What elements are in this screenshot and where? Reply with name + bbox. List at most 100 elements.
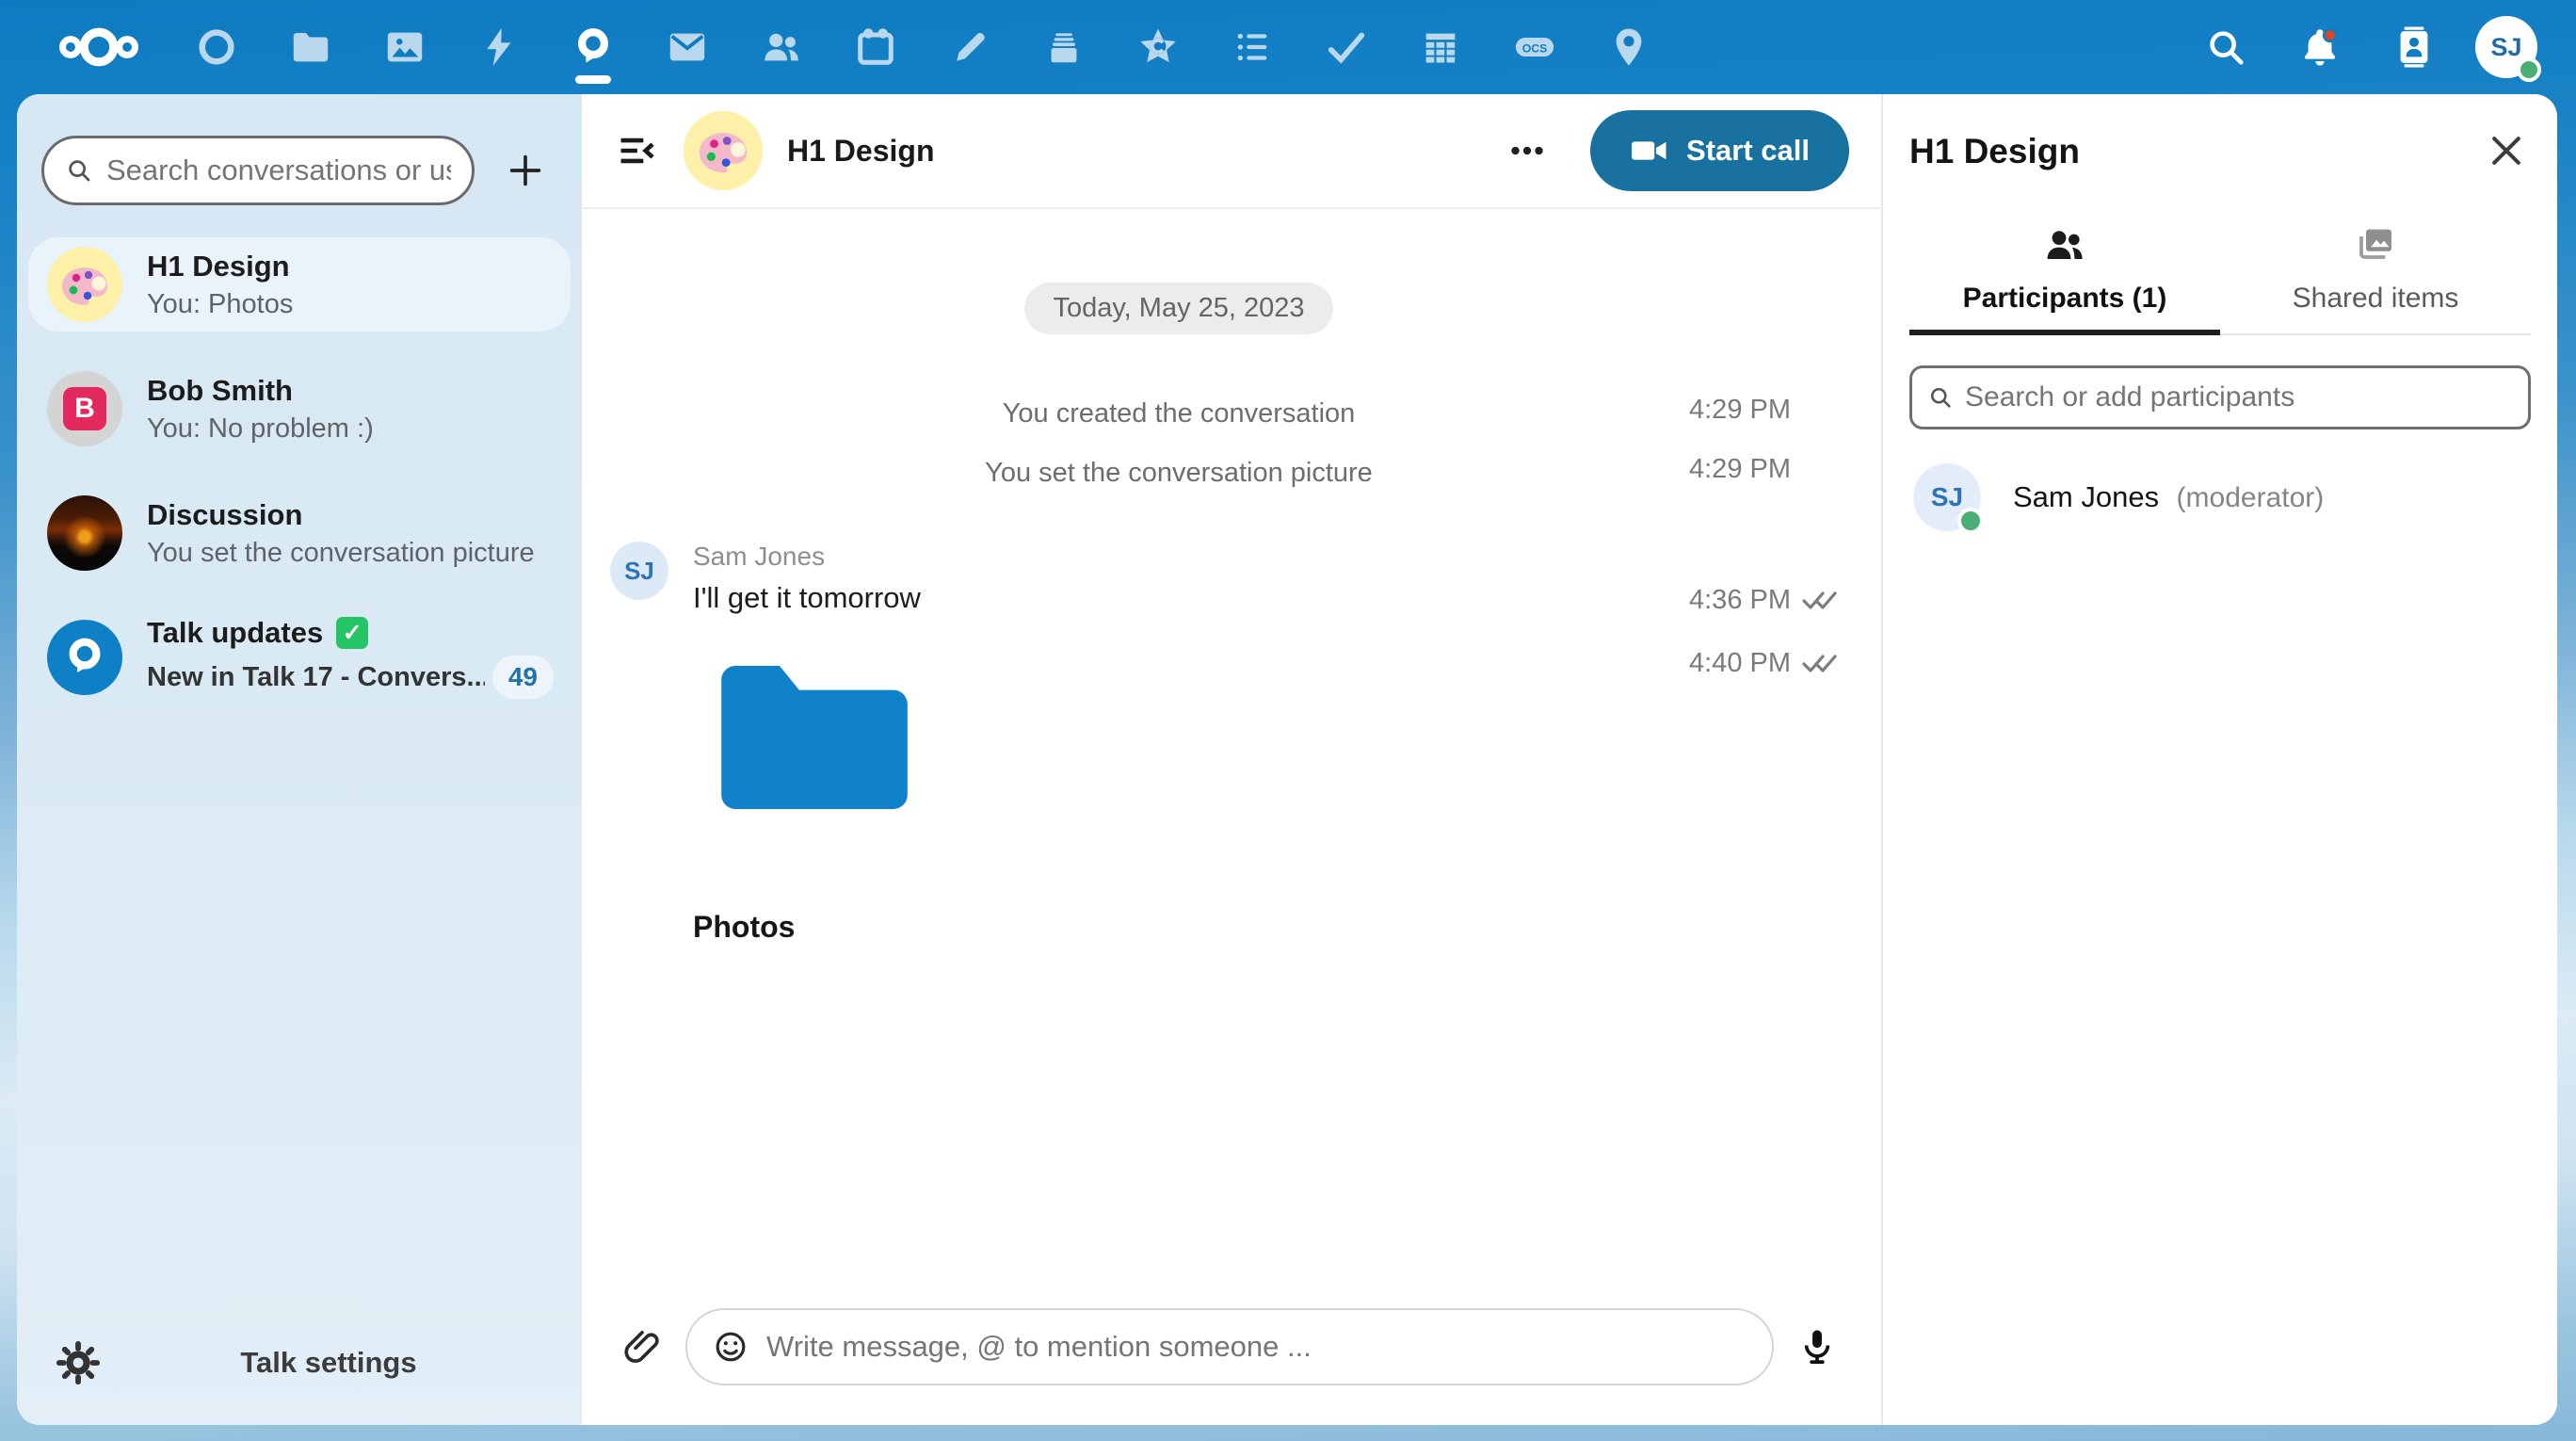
user-online-status-dot [2517, 57, 2541, 82]
search-icon [65, 156, 93, 185]
details-header: H1 Design [1909, 94, 2531, 171]
video-camera-icon [1630, 131, 1669, 170]
contacts-app-icon[interactable] [734, 0, 829, 94]
participant-role: (moderator) [2177, 482, 2325, 513]
maps-app-icon[interactable] [1582, 0, 1676, 94]
files-app-icon[interactable] [264, 0, 358, 94]
photos-app-icon[interactable] [358, 0, 452, 94]
system-message-text: You set the conversation picture [693, 454, 1665, 489]
mail-app-icon[interactable] [640, 0, 734, 94]
settings-gear-icon[interactable] [53, 1337, 104, 1388]
tasks-app-icon[interactable] [1205, 0, 1299, 94]
sender-avatar: SJ [610, 542, 668, 600]
close-sidebar-icon[interactable] [2484, 128, 2529, 173]
talk-app-icon[interactable] [546, 0, 640, 94]
conversation-details-sidebar: H1 Design Participants (1) Shared items … [1881, 94, 2557, 1425]
chat-header: H1 Design Start call [582, 94, 1881, 209]
details-tabs: Participants (1) Shared items [1909, 222, 2531, 335]
unified-search-icon[interactable] [2179, 0, 2273, 94]
conversation-avatar [684, 111, 763, 190]
tables-app-icon[interactable] [1393, 0, 1488, 94]
dashboard-app-icon[interactable] [169, 0, 264, 94]
talk-settings-button[interactable]: Talk settings [104, 1346, 554, 1380]
conversation-search-input[interactable] [106, 154, 451, 187]
nextcloud-logo[interactable] [28, 0, 169, 94]
conversations-sidebar: H1 Design You: Photos B Bob Smith You: N… [17, 94, 582, 1425]
folder-image-icon [2353, 222, 2398, 267]
message-list: Today, May 25, 2023 You created the conv… [582, 209, 1881, 1284]
contacts-menu-icon[interactable] [2367, 0, 2461, 94]
message-input-bar [582, 1284, 1881, 1425]
message-timestamp: 4:29 PM [1689, 454, 1791, 485]
conversation-title: Talk updates [147, 616, 323, 650]
user-menu-avatar[interactable]: SJ [2461, 0, 2552, 94]
notifications-bell-icon[interactable] [2273, 0, 2367, 94]
collapse-sidebar-icon[interactable] [614, 128, 659, 173]
search-icon [1927, 384, 1954, 411]
participant-name: Sam Jones [2013, 480, 2159, 513]
participant-avatar: SJ [1913, 463, 1981, 531]
message-input-field[interactable] [685, 1308, 1774, 1385]
conversation-search-field[interactable] [41, 136, 475, 205]
conversation-item-h1-design[interactable]: H1 Design You: Photos [28, 237, 571, 332]
chat-panel: H1 Design Start call Today, May 25, 2023… [582, 94, 1881, 1425]
shared-file-name[interactable]: Photos [693, 910, 1665, 945]
conversation-title: H1 Design [147, 250, 554, 283]
participant-search-input[interactable] [1965, 381, 2513, 413]
new-conversation-button[interactable] [495, 140, 555, 201]
message-timestamp: 4:36 PM [1689, 585, 1791, 616]
conversation-item-bob-smith[interactable]: B Bob Smith You: No problem :) [28, 362, 571, 456]
collectives-app-icon[interactable] [1111, 0, 1205, 94]
conversation-title: Discussion [147, 498, 554, 532]
date-divider: Today, May 25, 2023 [1024, 283, 1332, 334]
conversation-list: H1 Design You: Photos B Bob Smith You: N… [17, 222, 582, 1314]
sidebar-footer: Talk settings [17, 1314, 582, 1425]
system-message-row: You created the conversation 4:29 PM [582, 395, 1881, 429]
shared-folder-icon[interactable] [706, 648, 923, 827]
conversation-last-message: You set the conversation picture [147, 538, 554, 569]
bob-smith-avatar: B [47, 371, 122, 446]
message-timestamp: 4:40 PM [1689, 648, 1791, 679]
system-message-text: You created the conversation [693, 395, 1665, 429]
message-author: Sam Jones [693, 542, 1665, 572]
start-call-button[interactable]: Start call [1590, 110, 1849, 191]
approval-check-app-icon[interactable] [1299, 0, 1393, 94]
user-initials: SJ [2490, 33, 2521, 62]
tab-participants[interactable]: Participants (1) [1909, 222, 2220, 335]
notes-app-icon[interactable] [923, 0, 1017, 94]
palette-avatar [47, 247, 122, 322]
conversation-item-talk-updates[interactable]: Talk updates ✓ New in Talk 17 - Convers.… [28, 610, 571, 704]
activity-app-icon[interactable] [452, 0, 546, 94]
date-divider-row: Today, May 25, 2023 [582, 283, 1881, 334]
app-content: H1 Design You: Photos B Bob Smith You: N… [17, 94, 2557, 1425]
conversation-item-discussion[interactable]: Discussion You set the conversation pict… [28, 486, 571, 580]
message-timestamp: 4:29 PM [1689, 395, 1791, 426]
message-row-sam-jones[interactable]: SJ Sam Jones I'll get it tomorrow 4:36 P… [582, 542, 1881, 616]
conversation-title: Bob Smith [147, 374, 554, 408]
read-receipt-double-check-icon [1802, 652, 1843, 674]
message-row-shared-folder[interactable]: Photos 4:40 PM [582, 648, 1881, 945]
emoji-picker-icon[interactable] [710, 1326, 751, 1368]
participant-row-sam-jones[interactable]: SJ Sam Jones (moderator) [1909, 463, 2531, 531]
read-receipt-double-check-icon [1802, 589, 1843, 611]
sunset-photo-avatar [47, 495, 122, 571]
conversation-last-message: You: No problem :) [147, 413, 554, 445]
voice-message-mic-icon[interactable] [1795, 1324, 1840, 1369]
chat-title: H1 Design [787, 134, 934, 169]
unread-count-badge: 49 [492, 656, 554, 699]
participant-search-field[interactable] [1909, 365, 2531, 429]
details-title: H1 Design [1909, 132, 2531, 171]
message-text: I'll get it tomorrow [693, 581, 1665, 615]
message-text-input[interactable] [766, 1330, 1749, 1364]
participant-online-status-dot [1957, 508, 1984, 534]
calendar-app-icon[interactable] [829, 0, 923, 94]
attach-file-paperclip-icon[interactable] [620, 1324, 665, 1369]
system-message-row: You set the conversation picture 4:29 PM [582, 454, 1881, 489]
svg-text:OCS: OCS [1522, 41, 1548, 55]
ocs-app-icon[interactable]: OCS [1488, 0, 1582, 94]
tab-shared-items[interactable]: Shared items [2220, 222, 2531, 335]
conversation-menu-icon[interactable] [1502, 125, 1553, 176]
conversation-last-message: New in Talk 17 - Convers... [147, 662, 485, 693]
deck-app-icon[interactable] [1017, 0, 1111, 94]
conversation-last-message: You: Photos [147, 289, 554, 320]
